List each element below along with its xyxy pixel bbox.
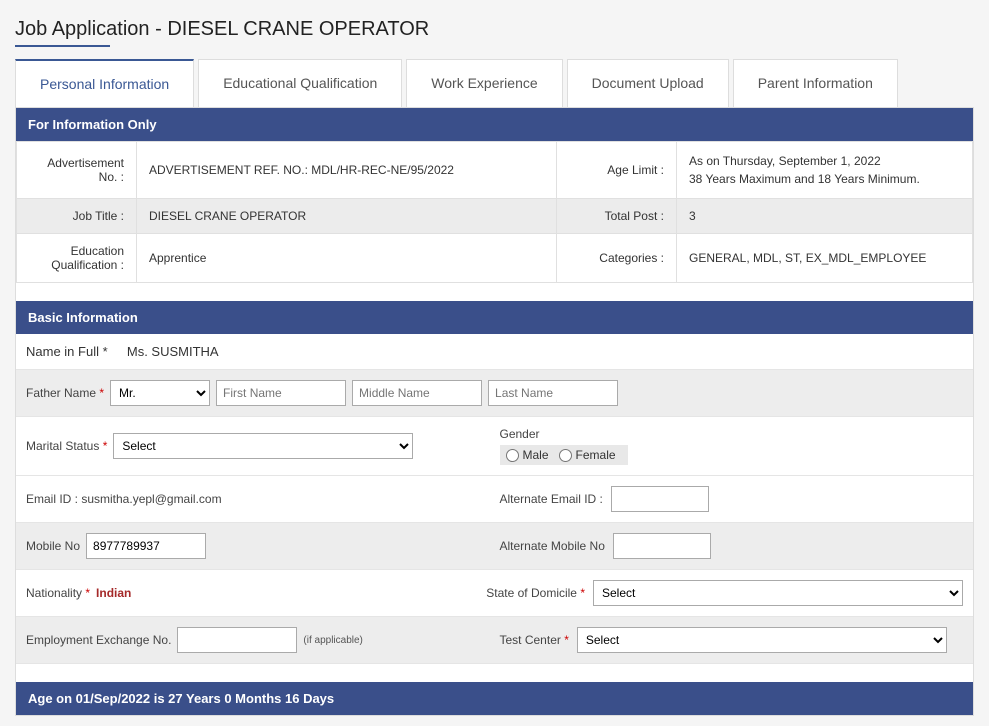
empex-input[interactable] [177,627,297,653]
age-limit-line1: As on Thursday, September 1, 2022 [689,154,881,168]
tab-document[interactable]: Document Upload [567,59,729,107]
tab-education[interactable]: Educational Qualification [198,59,402,107]
domicile-label: State of Domicile * [486,586,585,600]
alt-email-input[interactable] [611,486,709,512]
gender-options: Male Female [500,445,628,465]
total-post-label: Total Post : [557,199,677,234]
info-section-header: For Information Only [16,108,973,141]
age-section-header: Age on 01/Sep/2022 is 27 Years 0 Months … [16,682,973,715]
edu-label: Education Qualification : [17,234,137,283]
empex-note: (if applicable) [303,635,362,646]
tabs-container: Personal Information Educational Qualifi… [15,59,974,107]
testcenter-select[interactable]: Select [577,627,947,653]
basic-section-header: Basic Information [16,301,973,334]
content-panel: For Information Only Advertisement No. :… [15,107,974,716]
edu-value: Apprentice [137,234,557,283]
mobile-row: Mobile No Alternate Mobile No [16,523,973,570]
nationality-row: Nationality * Indian State of Domicile *… [16,570,973,617]
name-full-value: Ms. SUSMITHA [127,344,219,359]
job-title-value: DIESEL CRANE OPERATOR [137,199,557,234]
alt-mobile-input[interactable] [613,533,711,559]
mobile-input[interactable] [86,533,206,559]
first-name-input[interactable] [216,380,346,406]
tab-personal[interactable]: Personal Information [15,59,194,107]
age-limit-line2: 38 Years Maximum and 18 Years Minimum. [689,172,920,186]
testcenter-label: Test Center * [500,633,569,647]
gender-male-label: Male [523,448,549,462]
gender-label: Gender [500,427,628,441]
email-row: Email ID : susmitha.yepl@gmail.com Alter… [16,476,973,523]
adv-no-label: Advertisement No. : [17,142,137,199]
adv-no-value: ADVERTISEMENT REF. NO.: MDL/HR-REC-NE/95… [137,142,557,199]
categories-value: GENERAL, MDL, ST, EX_MDL_EMPLOYEE [677,234,973,283]
job-title-label: Job Title : [17,199,137,234]
total-post-value: 3 [677,199,973,234]
name-full-label: Name in Full * [26,344,108,359]
nationality-label: Nationality * [26,586,90,600]
father-name-row: Father Name * Mr. [16,370,973,417]
marital-label: Marital Status * [26,439,107,453]
gender-female-radio[interactable] [559,449,572,462]
tab-parent[interactable]: Parent Information [733,59,898,107]
alt-mobile-label: Alternate Mobile No [500,539,605,553]
salutation-select[interactable]: Mr. [110,380,210,406]
gender-male-radio[interactable] [506,449,519,462]
marital-select[interactable]: Select [113,433,413,459]
age-limit-label: Age Limit : [557,142,677,199]
domicile-select[interactable]: Select [593,580,963,606]
empex-label: Employment Exchange No. [26,633,171,647]
categories-label: Categories : [557,234,677,283]
page-title: Job Application - DIESEL CRANE OPERATOR [15,10,429,45]
name-full-row: Name in Full * Ms. SUSMITHA [16,334,973,370]
email-label: Email ID : susmitha.yepl@gmail.com [26,492,222,506]
marital-gender-row: Marital Status * Select Gender Male Fema… [16,417,973,476]
gender-female-label: Female [576,448,616,462]
title-underline [15,45,110,47]
age-limit-value: As on Thursday, September 1, 2022 38 Yea… [677,142,973,199]
father-name-label: Father Name * [26,386,104,400]
alt-email-label: Alternate Email ID : [500,492,603,506]
mobile-label: Mobile No [26,539,80,553]
tab-work[interactable]: Work Experience [406,59,562,107]
middle-name-input[interactable] [352,380,482,406]
last-name-input[interactable] [488,380,618,406]
empex-row: Employment Exchange No. (if applicable) … [16,617,973,664]
info-table: Advertisement No. : ADVERTISEMENT REF. N… [16,141,973,283]
nationality-value: Indian [96,586,131,600]
